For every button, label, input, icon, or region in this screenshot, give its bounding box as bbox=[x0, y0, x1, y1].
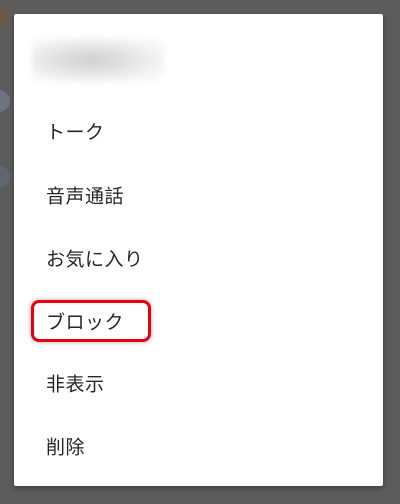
background-avatar bbox=[0, 6, 10, 28]
background-avatar bbox=[0, 166, 10, 188]
menu-item-favorite[interactable]: お気に入り bbox=[14, 234, 383, 282]
menu-item-talk[interactable]: トーク bbox=[14, 107, 383, 155]
menu-item-label: トーク bbox=[46, 121, 105, 144]
background-avatar bbox=[0, 90, 10, 112]
context-menu: トーク 音声通話 お気に入り ブロック 非表示 削除 bbox=[14, 14, 383, 486]
menu-item-voice-call[interactable]: 音声通話 bbox=[14, 171, 383, 219]
menu-item-block[interactable]: ブロック bbox=[14, 297, 383, 345]
menu-item-delete[interactable]: 削除 bbox=[14, 422, 383, 470]
menu-item-hide[interactable]: 非表示 bbox=[14, 359, 383, 407]
menu-item-label: お気に入り bbox=[46, 248, 144, 271]
menu-item-label: ブロック bbox=[46, 311, 125, 334]
blurred-contact-name bbox=[32, 38, 164, 82]
menu-item-label: 非表示 bbox=[46, 373, 105, 396]
menu-item-label: 音声通話 bbox=[46, 185, 125, 208]
menu-item-label: 削除 bbox=[46, 436, 86, 459]
